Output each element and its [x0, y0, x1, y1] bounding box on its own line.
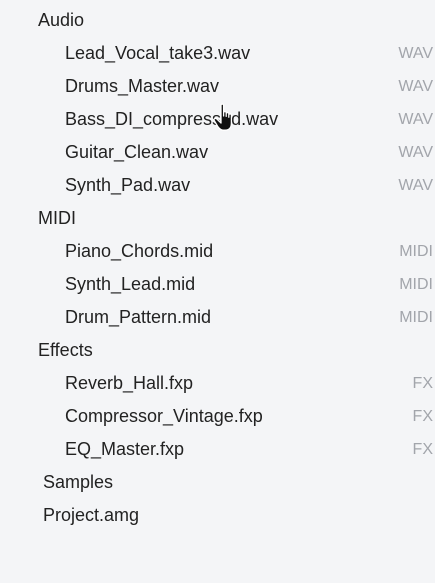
- file-type-tag: WAV: [398, 78, 433, 95]
- file-name: Synth_Lead.mid: [65, 274, 196, 294]
- file-name: Guitar_Clean.wav: [65, 142, 209, 162]
- file-name: Lead_Vocal_take3.wav: [65, 43, 251, 63]
- file-name: Piano_Chords.mid: [65, 241, 214, 261]
- file-name: Drums_Master.wav: [65, 76, 220, 96]
- item-name: Project.amg: [43, 505, 140, 525]
- project-file-tree: Audio Lead_Vocal_take3.wav WAV Drums_Mas…: [0, 4, 435, 532]
- file-item[interactable]: Compressor_Vintage.fxp FX: [0, 400, 435, 433]
- folder-effects[interactable]: Effects: [0, 334, 435, 367]
- file-name: EQ_Master.fxp: [65, 439, 185, 459]
- file-item[interactable]: Reverb_Hall.fxp FX: [0, 367, 435, 400]
- file-item[interactable]: Guitar_Clean.wav WAV: [0, 136, 435, 169]
- folder-midi[interactable]: MIDI: [0, 202, 435, 235]
- folder-label: Audio: [38, 10, 85, 30]
- file-item[interactable]: Lead_Vocal_take3.wav WAV: [0, 37, 435, 70]
- file-type-tag: FX: [412, 375, 433, 392]
- file-type-tag: WAV: [398, 144, 433, 161]
- file-type-tag: MIDI: [399, 276, 433, 293]
- file-name: Bass_DI_compressed.wav: [65, 109, 279, 129]
- item-name: Samples: [43, 472, 114, 492]
- folder-label: MIDI: [38, 208, 76, 228]
- file-type-tag: WAV: [398, 177, 433, 194]
- folder-audio[interactable]: Audio: [0, 4, 435, 37]
- file-item[interactable]: Drum_Pattern.mid MIDI: [0, 301, 435, 334]
- root-item-project-file[interactable]: Project.amg: [0, 499, 435, 532]
- folder-label: Effects: [38, 340, 93, 360]
- file-type-tag: FX: [412, 408, 433, 425]
- root-item-samples[interactable]: Samples: [0, 466, 435, 499]
- file-item[interactable]: EQ_Master.fxp FX: [0, 433, 435, 466]
- file-type-tag: WAV: [398, 45, 433, 62]
- file-item[interactable]: Bass_DI_compressed.wav WAV: [0, 103, 435, 136]
- file-type-tag: WAV: [398, 111, 433, 128]
- file-item[interactable]: Piano_Chords.mid MIDI: [0, 235, 435, 268]
- file-name: Reverb_Hall.fxp: [65, 373, 194, 393]
- file-item[interactable]: Synth_Lead.mid MIDI: [0, 268, 435, 301]
- file-type-tag: MIDI: [399, 309, 433, 326]
- file-item[interactable]: Drums_Master.wav WAV: [0, 70, 435, 103]
- file-name: Synth_Pad.wav: [65, 175, 191, 195]
- file-name: Drum_Pattern.mid: [65, 307, 212, 327]
- file-type-tag: FX: [412, 441, 433, 458]
- file-item[interactable]: Synth_Pad.wav WAV: [0, 169, 435, 202]
- file-name: Compressor_Vintage.fxp: [65, 406, 263, 426]
- file-type-tag: MIDI: [399, 243, 433, 260]
